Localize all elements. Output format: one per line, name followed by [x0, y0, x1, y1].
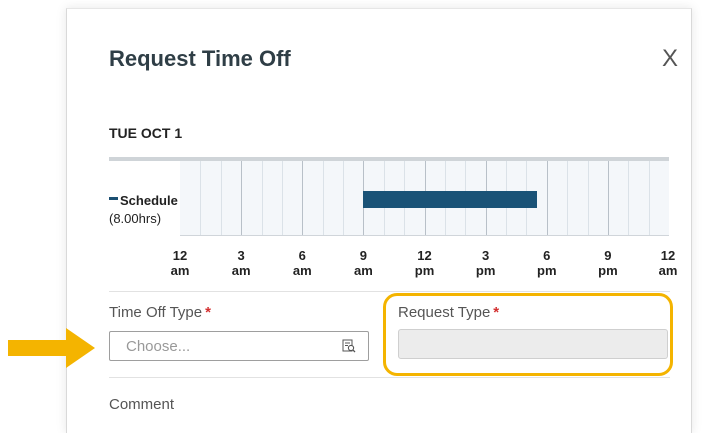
- timeline-gridline: [281, 161, 283, 235]
- timeline-gridline: [567, 161, 569, 235]
- dialog-title: Request Time Off: [109, 46, 291, 71]
- time-off-type-label-text: Time Off Type: [109, 304, 203, 321]
- axis-tick-label: 9 am: [343, 248, 383, 278]
- divider-bottom: [109, 377, 670, 378]
- tick-period: pm: [414, 263, 435, 278]
- time-off-type-label: Time Off Type *: [109, 304, 211, 321]
- time-off-type-placeholder: Choose...: [126, 338, 191, 355]
- tick-hour: 9: [604, 248, 612, 263]
- comment-label: Comment: [109, 396, 175, 413]
- timeline-gridline: [587, 161, 589, 235]
- lookup-icon[interactable]: [342, 339, 356, 353]
- timeline-gridline: [220, 161, 222, 235]
- tick-period: pm: [598, 263, 618, 278]
- axis-tick-label: 6 pm: [527, 248, 567, 278]
- tick-hour: 3: [482, 248, 490, 263]
- schedule-swatch: [109, 197, 118, 201]
- tick-period: am: [292, 263, 312, 278]
- tick-period: pm: [537, 263, 557, 278]
- axis-tick-label: 9 pm: [588, 248, 628, 278]
- tick-period: am: [658, 263, 678, 278]
- tick-hour: 12: [172, 248, 188, 263]
- schedule-hours: (8.00hrs): [109, 211, 162, 226]
- axis-tick-label: 12 am: [160, 248, 200, 278]
- timeline-gridline: [322, 161, 324, 235]
- tick-hour: 6: [298, 248, 306, 263]
- timeline-gridline: [343, 161, 344, 235]
- tick-period: am: [170, 263, 190, 278]
- timeline-gridline: [546, 161, 548, 235]
- schedule-date: TUE OCT 1: [109, 125, 183, 141]
- timeline-gridline: [241, 161, 243, 235]
- tick-hour: 12: [417, 248, 432, 263]
- tick-hour: 12: [660, 248, 676, 263]
- close-icon[interactable]: X: [657, 46, 683, 72]
- divider-top: [109, 291, 670, 292]
- timeline-gridline: [628, 161, 630, 235]
- axis-tick-label: 6 am: [282, 248, 322, 278]
- tick-period: am: [353, 263, 373, 278]
- required-marker: *: [205, 304, 211, 321]
- timeline-gridline: [200, 161, 202, 235]
- tick-period: am: [231, 263, 251, 278]
- axis-tick-label: 12 am: [648, 248, 688, 278]
- tick-hour: 9: [359, 248, 367, 263]
- schedule-legend: Schedule: [109, 193, 178, 208]
- axis-tick-label: 3 pm: [466, 248, 506, 278]
- tick-hour: 3: [237, 248, 245, 263]
- tick-hour: 6: [543, 248, 551, 263]
- tick-period: pm: [475, 263, 496, 278]
- axis-tick-label: 12 pm: [405, 248, 445, 278]
- timeline-gridline: [648, 161, 650, 235]
- time-off-type-input[interactable]: Choose...: [109, 331, 369, 361]
- timeline-gridline: [302, 161, 304, 235]
- arrow-right-icon: [8, 328, 95, 368]
- request-type-highlight: [383, 293, 673, 376]
- timeline-gridline: [607, 161, 609, 235]
- schedule-legend-label: Schedule: [120, 193, 178, 208]
- timeline-gridline: [261, 161, 263, 235]
- shift-bar[interactable]: [363, 191, 537, 208]
- axis-tick-label: 3 am: [221, 248, 261, 278]
